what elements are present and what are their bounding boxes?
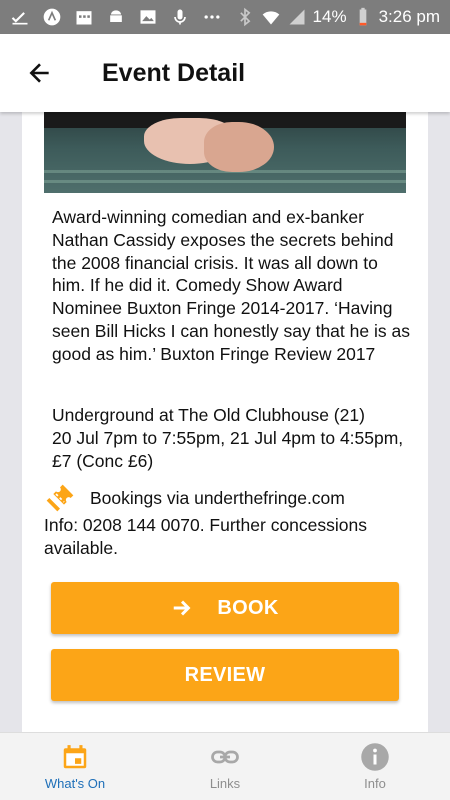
back-button[interactable] bbox=[20, 53, 60, 93]
wifi-icon bbox=[261, 7, 281, 27]
image-notification-icon bbox=[138, 7, 158, 27]
event-image bbox=[44, 112, 406, 193]
event-info: Info: 0208 144 0070. Further concessions… bbox=[44, 515, 367, 558]
ticket-icon bbox=[46, 484, 74, 512]
review-button-label: REVIEW bbox=[184, 663, 266, 686]
booking-info: Bookings via underthefringe.com bbox=[44, 482, 345, 514]
nav-tab-whats-on[interactable]: What's On bbox=[0, 733, 150, 800]
nav-tab-info[interactable]: Info bbox=[300, 733, 450, 800]
clock: 3:26 pm bbox=[378, 7, 440, 26]
bluetooth-icon bbox=[235, 7, 255, 27]
page-title: Event Detail bbox=[102, 58, 246, 87]
battery-percentage: 14% bbox=[312, 7, 347, 26]
bottom-navigation: What's On Links Info bbox=[0, 732, 450, 800]
calendar-notification-icon bbox=[74, 7, 94, 27]
event-dates: 20 Jul 7pm to 7:55pm, 21 Jul 4pm to 4:55… bbox=[52, 427, 404, 471]
nav-tab-links[interactable]: Links bbox=[150, 733, 300, 800]
battery-icon bbox=[353, 7, 373, 27]
signal-icon bbox=[287, 7, 307, 27]
event-card: Award-winning comedian and ex-banker Nat… bbox=[22, 112, 428, 732]
book-button[interactable]: BOOK bbox=[51, 582, 399, 634]
back-arrow-icon bbox=[29, 63, 49, 83]
booking-text: Bookings via underthefringe.com bbox=[90, 487, 345, 508]
app-logo-icon bbox=[42, 7, 62, 27]
microphone-icon bbox=[170, 7, 190, 27]
nav-label-whats-on: What's On bbox=[44, 776, 106, 791]
arrow-right-icon bbox=[174, 600, 191, 616]
status-bar: 14% 3:26 pm bbox=[0, 0, 450, 34]
link-icon bbox=[211, 750, 239, 764]
more-dots-icon bbox=[202, 7, 222, 27]
nav-label-info: Info bbox=[364, 776, 386, 791]
book-button-label: BOOK bbox=[217, 596, 279, 619]
event-description: Award-winning comedian and ex-banker Nat… bbox=[52, 207, 410, 364]
calendar-icon bbox=[63, 745, 87, 769]
event-venue: Underground at The Old Clubhouse (21) bbox=[52, 405, 365, 425]
info-icon bbox=[361, 743, 389, 771]
nav-label-links: Links bbox=[209, 776, 241, 791]
checkmark-icon bbox=[10, 7, 30, 27]
event-detail-content[interactable]: Award-winning comedian and ex-banker Nat… bbox=[0, 112, 450, 732]
app-bar: Event Detail bbox=[0, 34, 450, 112]
event-venue-dates: Underground at The Old Clubhouse (21) 20… bbox=[52, 404, 412, 472]
review-button[interactable]: REVIEW bbox=[51, 649, 399, 701]
android-icon bbox=[106, 7, 126, 27]
